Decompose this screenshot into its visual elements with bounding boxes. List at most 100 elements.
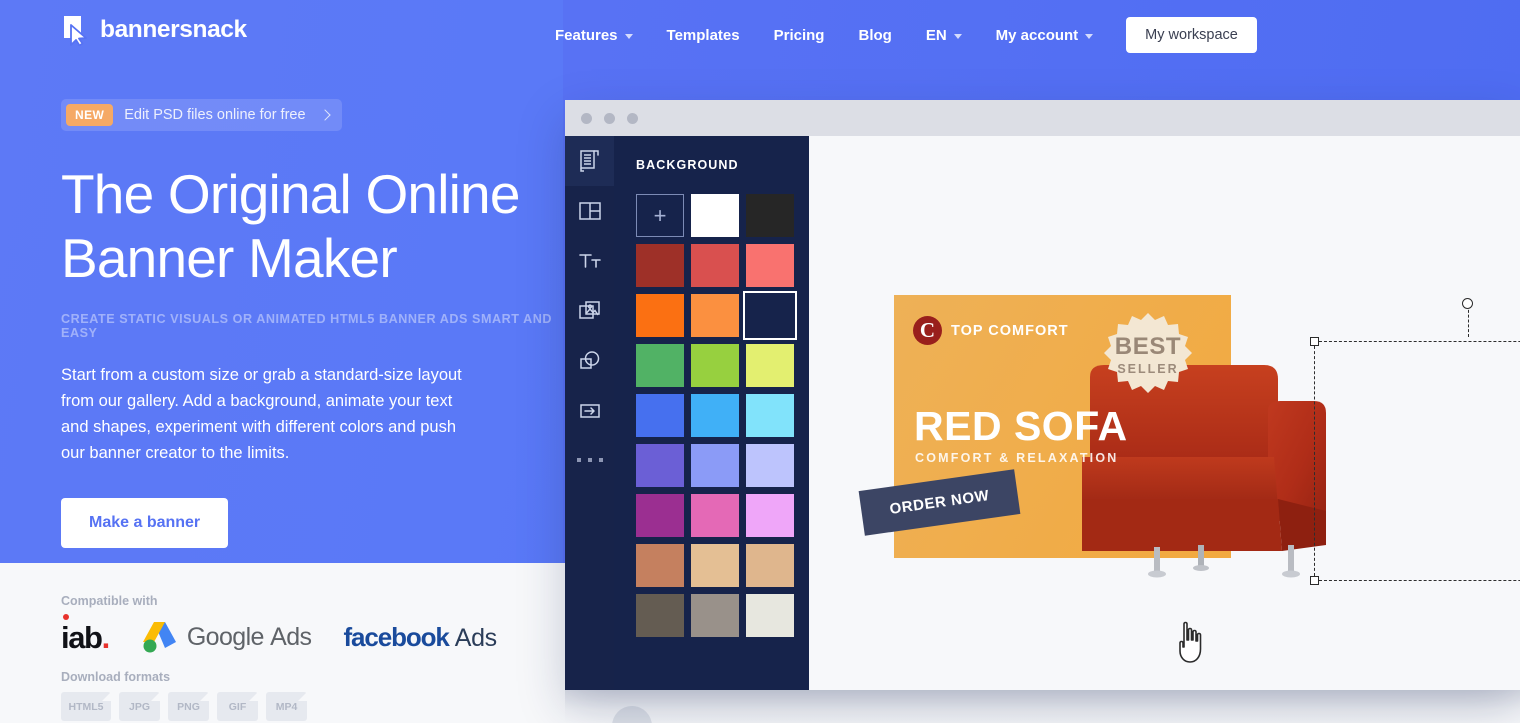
nav-item-features[interactable]: Features: [538, 21, 650, 50]
resize-handle-bottom-left[interactable]: [1310, 576, 1319, 585]
google-ads-text: Google Ads: [186, 622, 312, 651]
nav-item-pricing[interactable]: Pricing: [757, 21, 842, 50]
color-swatch[interactable]: [691, 394, 739, 437]
ad-headline: RED SOFA: [914, 403, 1128, 449]
facebook-text: facebook: [343, 621, 449, 652]
rotate-handle[interactable]: [1462, 298, 1473, 309]
editor-window-shadow: [565, 690, 1520, 723]
badge-line-1: BEST: [1114, 332, 1182, 360]
rail-item-image[interactable]: [565, 286, 614, 336]
color-swatch[interactable]: [691, 594, 739, 637]
color-swatch[interactable]: [691, 294, 739, 337]
rail-more-menu[interactable]: [576, 458, 603, 462]
best-seller-badge: BEST SELLER: [1104, 311, 1192, 399]
image-icon: [577, 298, 603, 324]
color-swatch-selected[interactable]: [743, 291, 797, 340]
color-swatch[interactable]: [746, 544, 794, 587]
main-nav: Features Templates Pricing Blog EN My ac…: [538, 17, 1257, 53]
promo-banner-link[interactable]: NEW Edit PSD files online for free: [61, 99, 342, 131]
nav-label-my-account: My account: [995, 26, 1079, 44]
compatible-label: Compatible with: [61, 594, 158, 608]
format-chip-jpg: JPG: [119, 692, 160, 721]
more-dot-icon: [587, 458, 592, 462]
add-background-swatch[interactable]: +: [636, 194, 684, 237]
color-swatch[interactable]: [636, 294, 684, 337]
color-swatch[interactable]: [636, 544, 684, 587]
color-swatch[interactable]: [746, 444, 794, 487]
nav-label-templates: Templates: [666, 26, 740, 44]
google-ads-icon: [142, 622, 176, 653]
editor-icon-rail: [565, 136, 614, 690]
facebook-ads-text: Ads: [454, 623, 497, 652]
iab-logo: iab.: [61, 613, 110, 653]
iab-dot-icon: [63, 613, 69, 620]
color-swatch[interactable]: [746, 244, 794, 287]
badge-line-2: SELLER: [1117, 361, 1179, 376]
window-dot-close-icon[interactable]: [581, 112, 592, 124]
color-swatch[interactable]: [636, 394, 684, 437]
resize-handle-top-left[interactable]: [1310, 337, 1319, 346]
color-swatch[interactable]: [636, 594, 684, 637]
partner-logos: iab. Google Ads facebook Ads: [61, 613, 497, 657]
editor-canvas[interactable]: C TOP COMFORT BEST SELLER RED SOFA COMFO…: [809, 136, 1520, 690]
color-swatch[interactable]: [746, 594, 794, 637]
cursor-logo-icon: [61, 14, 91, 47]
my-workspace-button[interactable]: My workspace: [1126, 17, 1257, 53]
color-swatch[interactable]: [636, 494, 684, 537]
banner-ad-design[interactable]: C TOP COMFORT BEST SELLER RED SOFA COMFO…: [858, 295, 1326, 578]
editor-titlebar: [565, 100, 1520, 136]
nav-item-language[interactable]: EN: [909, 21, 979, 50]
nav-item-blog[interactable]: Blog: [841, 21, 908, 50]
color-swatch[interactable]: [746, 494, 794, 537]
color-swatch[interactable]: [746, 394, 794, 437]
color-swatch[interactable]: [746, 344, 794, 387]
new-badge: NEW: [66, 104, 114, 126]
nav-item-templates[interactable]: Templates: [650, 21, 757, 50]
color-swatch[interactable]: [691, 194, 739, 237]
nav-label-features: Features: [555, 26, 618, 44]
format-chip-png: PNG: [168, 692, 209, 721]
window-dot-maximize-icon[interactable]: [627, 112, 638, 124]
top-navigation-bar: bannersnack Features Templates Pricing B…: [0, 0, 1520, 64]
rail-item-layout[interactable]: [565, 186, 614, 236]
chevron-down-icon: [1085, 33, 1094, 39]
format-chip-list: HTML5 JPG PNG GIF MP4: [61, 692, 497, 721]
color-swatch[interactable]: [691, 244, 739, 287]
background-panel-title: BACKGROUND: [636, 158, 739, 172]
color-swatch[interactable]: [691, 544, 739, 587]
rail-item-text[interactable]: [565, 236, 614, 286]
brand-name: bannersnack: [100, 16, 247, 43]
color-swatch[interactable]: [636, 444, 684, 487]
rail-item-background[interactable]: [565, 136, 614, 186]
color-swatch[interactable]: [636, 244, 684, 287]
brand-logo[interactable]: bannersnack: [61, 14, 247, 47]
window-dot-minimize-icon[interactable]: [604, 112, 615, 124]
background-icon: [577, 148, 603, 174]
hero-content: NEW Edit PSD files online for free The O…: [61, 99, 561, 548]
export-icon: [577, 398, 603, 424]
ad-order-now-ribbon[interactable]: ORDER NOW: [858, 469, 1021, 536]
format-chip-mp4: MP4: [266, 692, 307, 721]
format-chip-html5: HTML5: [61, 692, 111, 721]
color-swatch[interactable]: [691, 494, 739, 537]
make-a-banner-button[interactable]: Make a banner: [61, 498, 229, 548]
facebook-ads-logo: facebook Ads: [343, 621, 497, 653]
rotate-handle-line: [1467, 305, 1469, 337]
color-swatch[interactable]: [636, 344, 684, 387]
editor-body: BACKGROUND + C TOP COMFORT BEST SELLER R…: [565, 136, 1520, 690]
ad-brand-row: C TOP COMFORT: [913, 316, 1069, 345]
nav-label-language: EN: [925, 26, 947, 44]
color-swatch[interactable]: [746, 194, 794, 237]
ad-order-now-label: ORDER NOW: [888, 487, 991, 518]
page-title: The Original Online Banner Maker: [61, 163, 520, 289]
hero-kicker: CREATE STATIC VISUALS OR ANIMATED HTML5 …: [61, 312, 553, 340]
rail-item-shape[interactable]: [565, 336, 614, 386]
rail-item-export[interactable]: [565, 386, 614, 436]
ad-subline: COMFORT & RELAXATION: [915, 451, 1119, 465]
google-ads-logo: Google Ads: [141, 620, 312, 654]
selection-bounding-box[interactable]: [1310, 298, 1520, 585]
color-swatch[interactable]: [691, 444, 739, 487]
promo-text: Edit PSD files online for free: [124, 107, 306, 123]
nav-item-my-account[interactable]: My account: [979, 21, 1111, 50]
color-swatch[interactable]: [691, 344, 739, 387]
